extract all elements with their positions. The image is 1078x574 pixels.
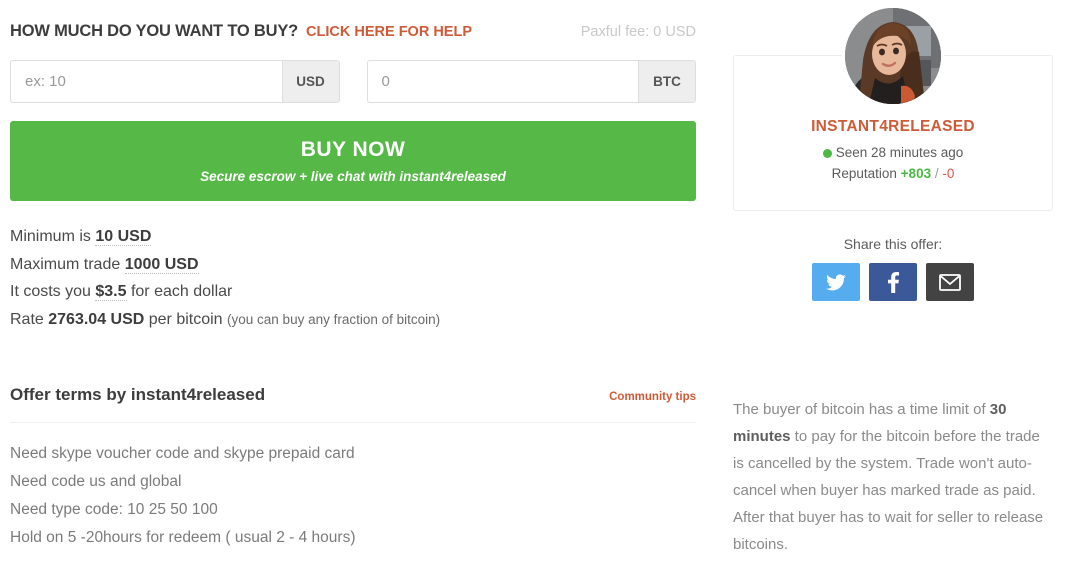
online-status-icon: [822, 149, 832, 158]
cost-prefix: It costs you: [10, 283, 96, 300]
buy-now-subtitle: Secure escrow + live chat with instant4r…: [200, 169, 506, 184]
help-link[interactable]: CLICK HERE FOR HELP: [306, 24, 472, 40]
buy-now-button[interactable]: BUY NOW Secure escrow + live chat with i…: [10, 121, 696, 201]
terms-line: Need code us and global: [10, 473, 182, 490]
reputation-positive: +803: [900, 166, 932, 181]
share-buttons-row: [733, 263, 1053, 301]
avatar[interactable]: [845, 8, 941, 104]
amount-inputs-row: USD BTC: [10, 60, 696, 103]
offer-page: HOW MUCH DO YOU WANT TO BUY? CLICK HERE …: [0, 0, 1078, 574]
info-part-2: to pay for the bitcoin before the trade …: [733, 428, 1044, 553]
rate-value: 2763.04 USD: [48, 310, 145, 328]
reputation-negative: -0: [942, 166, 955, 181]
maximum-value: 1000 USD: [124, 255, 199, 274]
trade-info-paragraph: The buyer of bitcoin has a time limit of…: [733, 396, 1053, 558]
reputation-separator: /: [931, 166, 943, 181]
terms-line: Hold on 5 -20hours for redeem ( usual 2 …: [10, 529, 356, 546]
terms-line: Need skype voucher code and skype prepai…: [10, 445, 355, 462]
rate-prefix: Rate: [10, 310, 49, 328]
cost-value: $3.5: [95, 283, 127, 301]
seller-last-seen: Seen 28 minutes ago: [734, 145, 1052, 160]
page-title: HOW MUCH DO YOU WANT TO BUY?: [10, 22, 299, 40]
offer-terms-body: Need skype voucher code and skype prepai…: [10, 440, 696, 552]
offer-terms-title: Offer terms by instant4released: [10, 385, 266, 404]
cost-line: It costs you $3.5 for each dollar: [10, 278, 696, 306]
offer-terms-header: Offer terms by instant4released Communit…: [10, 385, 696, 405]
fiat-currency-addon: USD: [281, 61, 339, 102]
seller-card: INSTANT4RELEASED Seen 28 minutes ago Rep…: [733, 8, 1053, 211]
crypto-amount-input[interactable]: [367, 61, 638, 102]
reputation-label: Reputation: [831, 166, 901, 181]
share-label: Share this offer:: [843, 236, 943, 252]
seller-last-seen-text: Seen 28 minutes ago: [835, 145, 964, 160]
terms-divider: [10, 422, 696, 423]
seller-reputation: Reputation +803 / -0: [734, 166, 1052, 181]
fiat-input-group: USD: [10, 60, 340, 103]
facebook-icon: [887, 271, 899, 293]
maximum-prefix: Maximum trade: [10, 255, 125, 273]
crypto-currency-addon: BTC: [638, 61, 695, 102]
buy-now-label: BUY NOW: [300, 138, 406, 161]
info-part-1: The buyer of bitcoin has a time limit of: [733, 401, 990, 418]
community-tips-link[interactable]: Community tips: [609, 391, 696, 403]
share-facebook-button[interactable]: [869, 263, 917, 301]
crypto-input-group: BTC: [366, 60, 696, 103]
buy-header: HOW MUCH DO YOU WANT TO BUY? CLICK HERE …: [10, 0, 696, 56]
offer-terms-section: Offer terms by instant4released Communit…: [10, 385, 696, 552]
buy-column: HOW MUCH DO YOU WANT TO BUY? CLICK HERE …: [10, 0, 696, 552]
minimum-prefix: Minimum is: [10, 228, 96, 245]
email-icon: [939, 273, 961, 291]
paxful-fee-text: Paxful fee: 0 USD: [580, 24, 696, 40]
offer-details: Minimum is 10 USD Maximum trade 1000 USD…: [10, 223, 696, 333]
seller-column: INSTANT4RELEASED Seen 28 minutes ago Rep…: [733, 0, 1053, 558]
share-email-button[interactable]: [926, 263, 974, 301]
rate-line: Rate 2763.04 USD per bitcoin (you can bu…: [10, 306, 696, 334]
fiat-amount-input[interactable]: [11, 61, 282, 102]
rate-suffix: per bitcoin: [144, 310, 228, 328]
seller-username[interactable]: INSTANT4RELEASED: [734, 118, 1052, 136]
maximum-line: Maximum trade 1000 USD: [10, 251, 696, 279]
cost-suffix: for each dollar: [126, 283, 233, 300]
share-twitter-button[interactable]: [812, 263, 860, 301]
terms-line: Need type code: 10 25 50 100: [10, 501, 218, 518]
minimum-line: Minimum is 10 USD: [10, 223, 696, 251]
minimum-value: 10 USD: [95, 228, 152, 246]
twitter-icon: [826, 273, 846, 291]
rate-note: (you can buy any fraction of bitcoin): [227, 311, 441, 327]
